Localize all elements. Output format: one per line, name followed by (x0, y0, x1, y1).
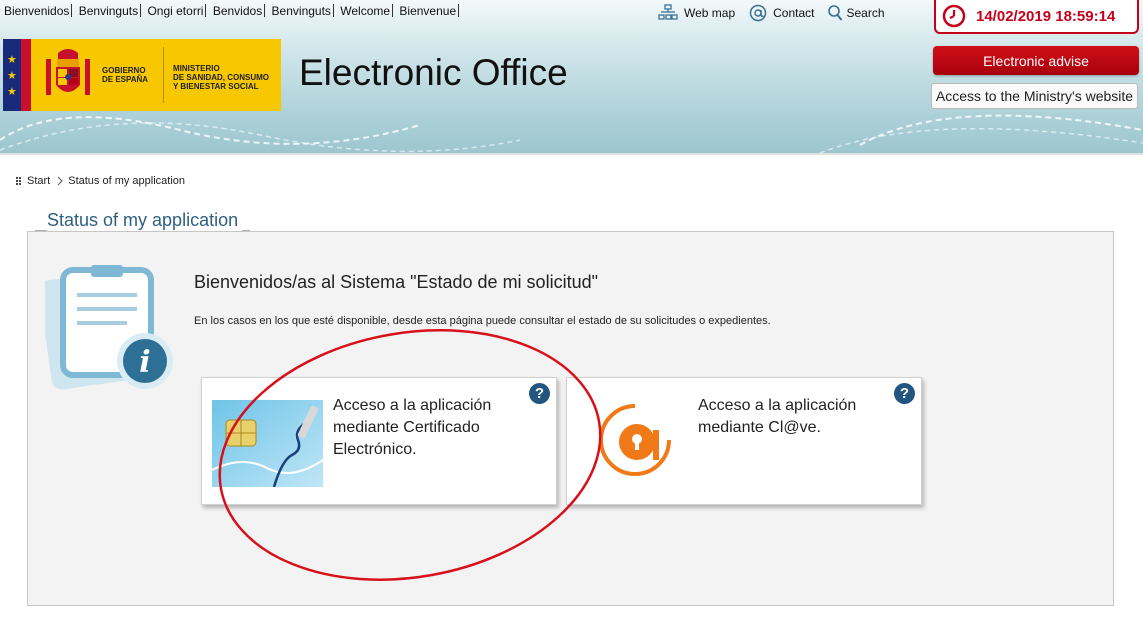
certificate-access-text: Acceso a la aplicación mediante Certifica… (333, 397, 492, 458)
breadcrumb-current: Status of my application (68, 175, 186, 187)
web-map-label: Web map (684, 6, 736, 20)
government-logo-text: GOBIERNO DE ESPAÑA (102, 66, 149, 84)
app-title: Electronic Office (299, 52, 568, 93)
coat-of-arms-icon (46, 49, 90, 95)
at-sign-icon (749, 4, 767, 22)
lang-link-es[interactable]: Bienvenidos (4, 4, 69, 18)
top-links: Web map Contact Search (658, 4, 885, 22)
chevron-right-icon (57, 176, 64, 186)
search-label: Search (846, 6, 885, 20)
clave-access-text: Acceso a la aplicación mediante Cl@ve. (698, 397, 857, 436)
smartcard-image (212, 400, 323, 487)
breadcrumb: Start Status of my application (15, 175, 185, 187)
clock-icon (942, 4, 966, 28)
datetime-text: 14/02/2019 18:59:14 (976, 7, 1116, 25)
lang-link-va[interactable]: Benvinguts (272, 4, 331, 18)
electronic-advise-button[interactable]: Electronic advise (933, 46, 1139, 75)
lang-link-en[interactable]: Welcome (340, 4, 390, 18)
clave-help-icon[interactable]: ? (894, 383, 915, 404)
breadcrumb-start-link[interactable]: Start (27, 175, 50, 187)
contact-link[interactable]: Contact (749, 4, 815, 22)
svg-text:i: i (139, 345, 150, 380)
page-title: Status of my application (47, 210, 243, 231)
welcome-heading: Bienvenidos/as al Sistema "Estado de mi … (194, 272, 598, 292)
web-map-link[interactable]: Web map (658, 4, 735, 22)
clave-access-card[interactable]: Acceso a la aplicación mediante Cl@ve. ? (566, 377, 922, 505)
lang-link-eu[interactable]: Ongi etorri (147, 4, 203, 18)
lang-link-fr[interactable]: Bienvenue (399, 4, 456, 18)
certificate-help-icon[interactable]: ? (529, 383, 550, 404)
ministry-logo-text: MINISTERIO DE SANIDAD, CONSUMO Y BIENESTAR… (173, 64, 270, 91)
eu-flag-stripe: ★ ★ ★ (3, 39, 31, 111)
clipboard-info-icon: i (45, 265, 173, 390)
lang-link-ca[interactable]: Benvinguts (79, 4, 138, 18)
clave-logo-icon (599, 404, 671, 476)
sitemap-icon (658, 4, 678, 20)
site-header: Bienvenidos Benvinguts Ongi etorri Benvi… (0, 0, 1143, 155)
search-link[interactable]: Search (827, 4, 885, 22)
contact-label: Contact (773, 6, 815, 20)
government-logo[interactable]: ★ ★ ★ GOBIERNO DE ESPAÑA MINISTERIO DE SAN… (3, 39, 281, 111)
language-bar: Bienvenidos Benvinguts Ongi etorri Benvi… (4, 4, 462, 18)
search-icon (827, 5, 842, 21)
info-text: En los casos en los que esté disponible,… (194, 315, 771, 327)
grid-dots-icon (16, 177, 21, 185)
lang-link-gl[interactable]: Benvidos (213, 4, 262, 18)
ministry-website-button[interactable]: Access to the Ministry's website (931, 83, 1138, 109)
certificate-access-card[interactable]: Acceso a la aplicación mediante Certifica… (201, 377, 557, 505)
datetime-display: 14/02/2019 18:59:14 (934, 0, 1139, 34)
